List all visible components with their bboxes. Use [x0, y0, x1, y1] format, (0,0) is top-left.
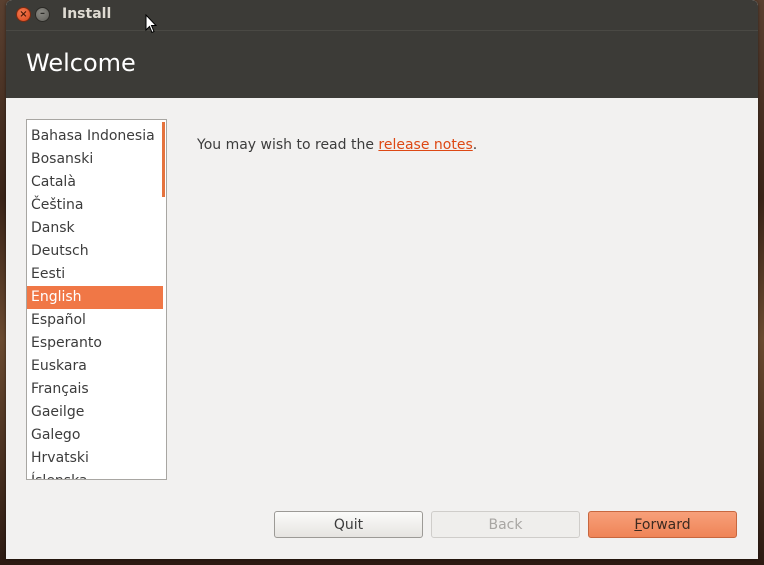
close-icon[interactable]: ×	[16, 7, 31, 22]
forward-label: orward	[641, 517, 691, 533]
quit-button[interactable]: Quit	[274, 511, 423, 538]
language-item[interactable]: Čeština	[27, 194, 163, 217]
language-item[interactable]: Bahasa Indonesia	[27, 125, 163, 148]
language-item[interactable]: Eesti	[27, 263, 163, 286]
release-notes-text: You may wish to read the release notes.	[197, 137, 477, 153]
language-item[interactable]: English	[27, 286, 163, 309]
installer-window: × – Install Welcome Bahasa Indonesia Bosa…	[6, 0, 758, 559]
language-item[interactable]: Català	[27, 171, 163, 194]
language-item[interactable]: Español	[27, 309, 163, 332]
minimize-icon[interactable]: –	[35, 7, 50, 22]
language-item[interactable]: Deutsch	[27, 240, 163, 263]
language-item[interactable]: Galego	[27, 424, 163, 447]
scrollbar-thumb[interactable]	[162, 122, 165, 197]
title-bar[interactable]: × – Install	[6, 0, 758, 30]
language-item[interactable]: Esperanto	[27, 332, 163, 355]
language-item[interactable]: Euskara	[27, 355, 163, 378]
language-item[interactable]: Íslenska	[27, 470, 163, 479]
forward-accel: F	[634, 517, 642, 533]
release-notes-link[interactable]: release notes	[378, 137, 472, 153]
language-item[interactable]: Hrvatski	[27, 447, 163, 470]
mouse-pointer-icon	[145, 14, 157, 34]
release-notes-suffix: .	[472, 137, 478, 153]
language-item[interactable]: Dansk	[27, 217, 163, 240]
page-title: Welcome	[26, 49, 136, 77]
language-item[interactable]: Français	[27, 378, 163, 401]
window-title: Install	[62, 6, 112, 22]
language-list[interactable]: Bahasa Indonesia Bosanski Català Čeština Dan…	[26, 119, 167, 480]
language-item[interactable]: Bosanski	[27, 148, 163, 171]
language-item[interactable]: Gaeilge	[27, 401, 163, 424]
forward-button[interactable]: Forward	[588, 511, 737, 538]
page-header: Welcome	[6, 30, 758, 98]
back-button[interactable]: Back	[431, 511, 580, 538]
release-notes-prefix: You may wish to read the	[197, 137, 379, 153]
